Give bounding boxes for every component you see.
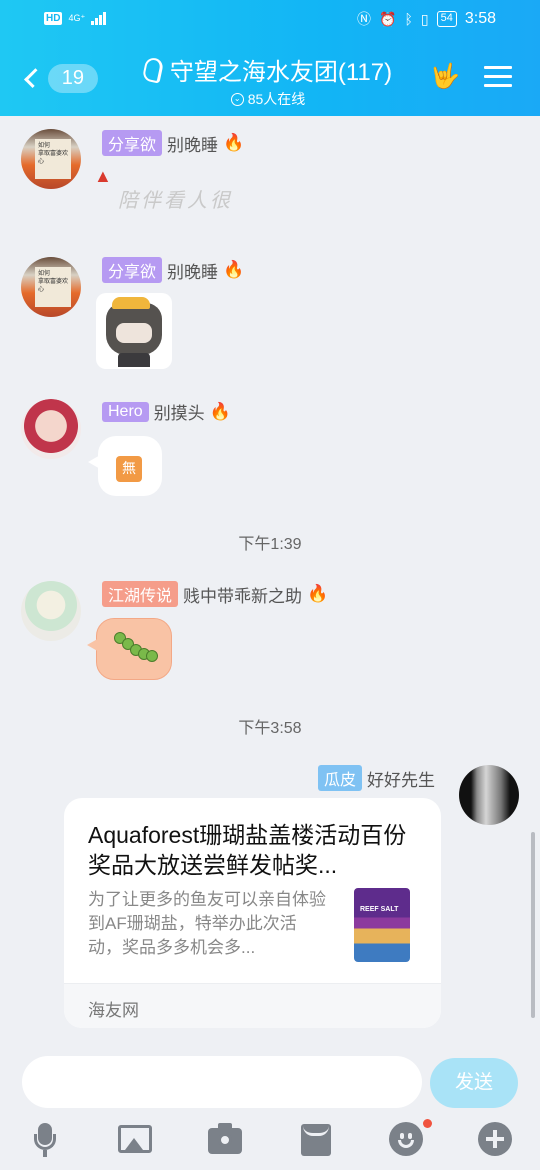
back-button[interactable]: 19 bbox=[18, 58, 98, 98]
hand-gesture-icon[interactable]: 🤟 bbox=[430, 62, 460, 92]
battery-icon: 54 bbox=[436, 11, 457, 27]
sender-row: 分享欲 别晚睡 🔥 bbox=[102, 130, 244, 156]
link-share-card[interactable]: Aquaforest珊瑚盐盖楼活动百份奖品大放送尝鲜发帖奖... 为了让更多的鱼… bbox=[64, 798, 441, 1028]
title-area[interactable]: 守望之海水友团(117) ⌄ 85人在线 bbox=[118, 52, 418, 109]
nfc-icon: Ⓝ bbox=[357, 11, 372, 27]
card-description: 为了让更多的鱼友可以亲自体验到AF珊瑚盐，特举办此次活动，奖品多多机会多... bbox=[88, 890, 326, 957]
input-area: 发送 bbox=[0, 1042, 540, 1170]
bluetooth-icon: ᛒ bbox=[404, 11, 413, 27]
avatar[interactable] bbox=[21, 581, 81, 641]
online-count: ⌄ 85人在线 bbox=[118, 89, 418, 109]
member-tag: 分享欲 bbox=[102, 257, 163, 283]
sender-row: 江湖传说 贱中带乖新之助 🔥 bbox=[102, 581, 328, 607]
image-icon[interactable] bbox=[116, 1120, 156, 1160]
santa-hat-icon: ▲ bbox=[94, 166, 112, 186]
unread-count-badge: 19 bbox=[47, 63, 98, 93]
message-input[interactable] bbox=[22, 1056, 422, 1108]
card-title: Aquaforest珊瑚盐盖楼活动百份奖品大放送尝鲜发帖奖... bbox=[88, 822, 407, 878]
flame-icon: 🔥 bbox=[223, 133, 245, 152]
cat-cap bbox=[112, 297, 150, 309]
network-label: 4G⁺ bbox=[68, 12, 86, 23]
member-tag: 分享欲 bbox=[102, 130, 163, 156]
cat-sticker[interactable] bbox=[96, 293, 172, 369]
avatar[interactable]: 如何 拿取富婆欢心 bbox=[21, 129, 81, 189]
sender-name[interactable]: 好好先生 bbox=[367, 766, 435, 791]
chevron-left-icon bbox=[24, 68, 44, 88]
camera-icon[interactable] bbox=[206, 1120, 246, 1160]
card-footer: 海友网 bbox=[64, 983, 441, 1028]
plus-icon[interactable] bbox=[476, 1120, 516, 1160]
microphone-icon[interactable] bbox=[26, 1120, 66, 1160]
online-status-icon: ⌄ bbox=[230, 92, 244, 106]
sender-name[interactable]: 别晚睡 bbox=[167, 258, 218, 283]
alarm-icon: ⏰ bbox=[379, 10, 397, 27]
signal-icon bbox=[91, 11, 107, 25]
caterpillar-emoji-icon bbox=[112, 628, 160, 668]
avatar-image: 如何 拿取富婆欢心 bbox=[35, 267, 71, 307]
menu-icon[interactable] bbox=[484, 66, 512, 88]
avatar[interactable]: 如何 拿取富婆欢心 bbox=[21, 257, 81, 317]
cat-face bbox=[116, 323, 152, 343]
wu-emoji-icon: 無 bbox=[116, 456, 142, 482]
chat-header: HD 4G⁺ Ⓝ ⏰ ᛒ ▯ 54 3:58 19 守望之海水友团(117) ⌄… bbox=[0, 0, 540, 116]
scrollbar[interactable] bbox=[531, 832, 535, 1018]
sender-name[interactable]: 贱中带乖新之助 bbox=[183, 582, 302, 607]
group-title: 守望之海水友团(117) bbox=[118, 52, 418, 87]
bag-label: REEF SALT bbox=[360, 906, 399, 913]
avatar[interactable] bbox=[21, 399, 81, 459]
product-thumbnail: REEF SALT bbox=[348, 886, 418, 966]
salt-bag-image bbox=[354, 888, 410, 962]
member-tag: 江湖传说 bbox=[102, 581, 179, 607]
hd-badge: HD bbox=[44, 11, 63, 25]
emoji-icon[interactable] bbox=[386, 1120, 426, 1160]
send-button[interactable]: 发送 bbox=[430, 1058, 518, 1108]
online-count-text: 85人在线 bbox=[247, 91, 306, 107]
status-right: Ⓝ ⏰ ᛒ ▯ 54 3:58 bbox=[357, 9, 496, 29]
own-sender-row: 瓜皮 好好先生 bbox=[317, 765, 435, 791]
sender-row: 分享欲 别晚睡 🔥 bbox=[102, 257, 244, 283]
flame-icon: 🔥 bbox=[209, 401, 231, 421]
input-toolbar bbox=[0, 1119, 540, 1164]
status-bar: HD 4G⁺ Ⓝ ⏰ ᛒ ▯ 54 3:58 bbox=[0, 0, 540, 40]
avatar-image: 如何 拿取富婆欢心 bbox=[35, 139, 71, 179]
sender-name[interactable]: 别晚睡 bbox=[167, 131, 218, 156]
cat-body bbox=[118, 353, 150, 367]
red-packet-icon[interactable] bbox=[298, 1120, 338, 1160]
ear-icon bbox=[141, 55, 165, 84]
member-tag: 瓜皮 bbox=[317, 765, 362, 791]
card-source: 海友网 bbox=[88, 1001, 139, 1020]
sender-name[interactable]: 别摸头 bbox=[154, 399, 205, 424]
sender-row: Hero 别摸头 🔥 bbox=[102, 399, 231, 424]
vibrate-icon: ▯ bbox=[420, 10, 429, 27]
time-separator: 下午3:58 bbox=[238, 720, 302, 737]
group-title-text: 守望之海水友团(117) bbox=[169, 59, 393, 86]
notification-dot bbox=[423, 1119, 432, 1128]
own-avatar[interactable] bbox=[459, 765, 519, 825]
clock: 3:58 bbox=[464, 10, 496, 27]
flame-icon: 🔥 bbox=[223, 260, 245, 279]
status-left: HD 4G⁺ bbox=[44, 11, 107, 25]
member-tag: Hero bbox=[102, 401, 149, 422]
flame-icon: 🔥 bbox=[307, 584, 329, 603]
time-separator: 下午1:39 bbox=[238, 536, 302, 553]
signature-text: 陪伴看人很 bbox=[118, 188, 233, 212]
